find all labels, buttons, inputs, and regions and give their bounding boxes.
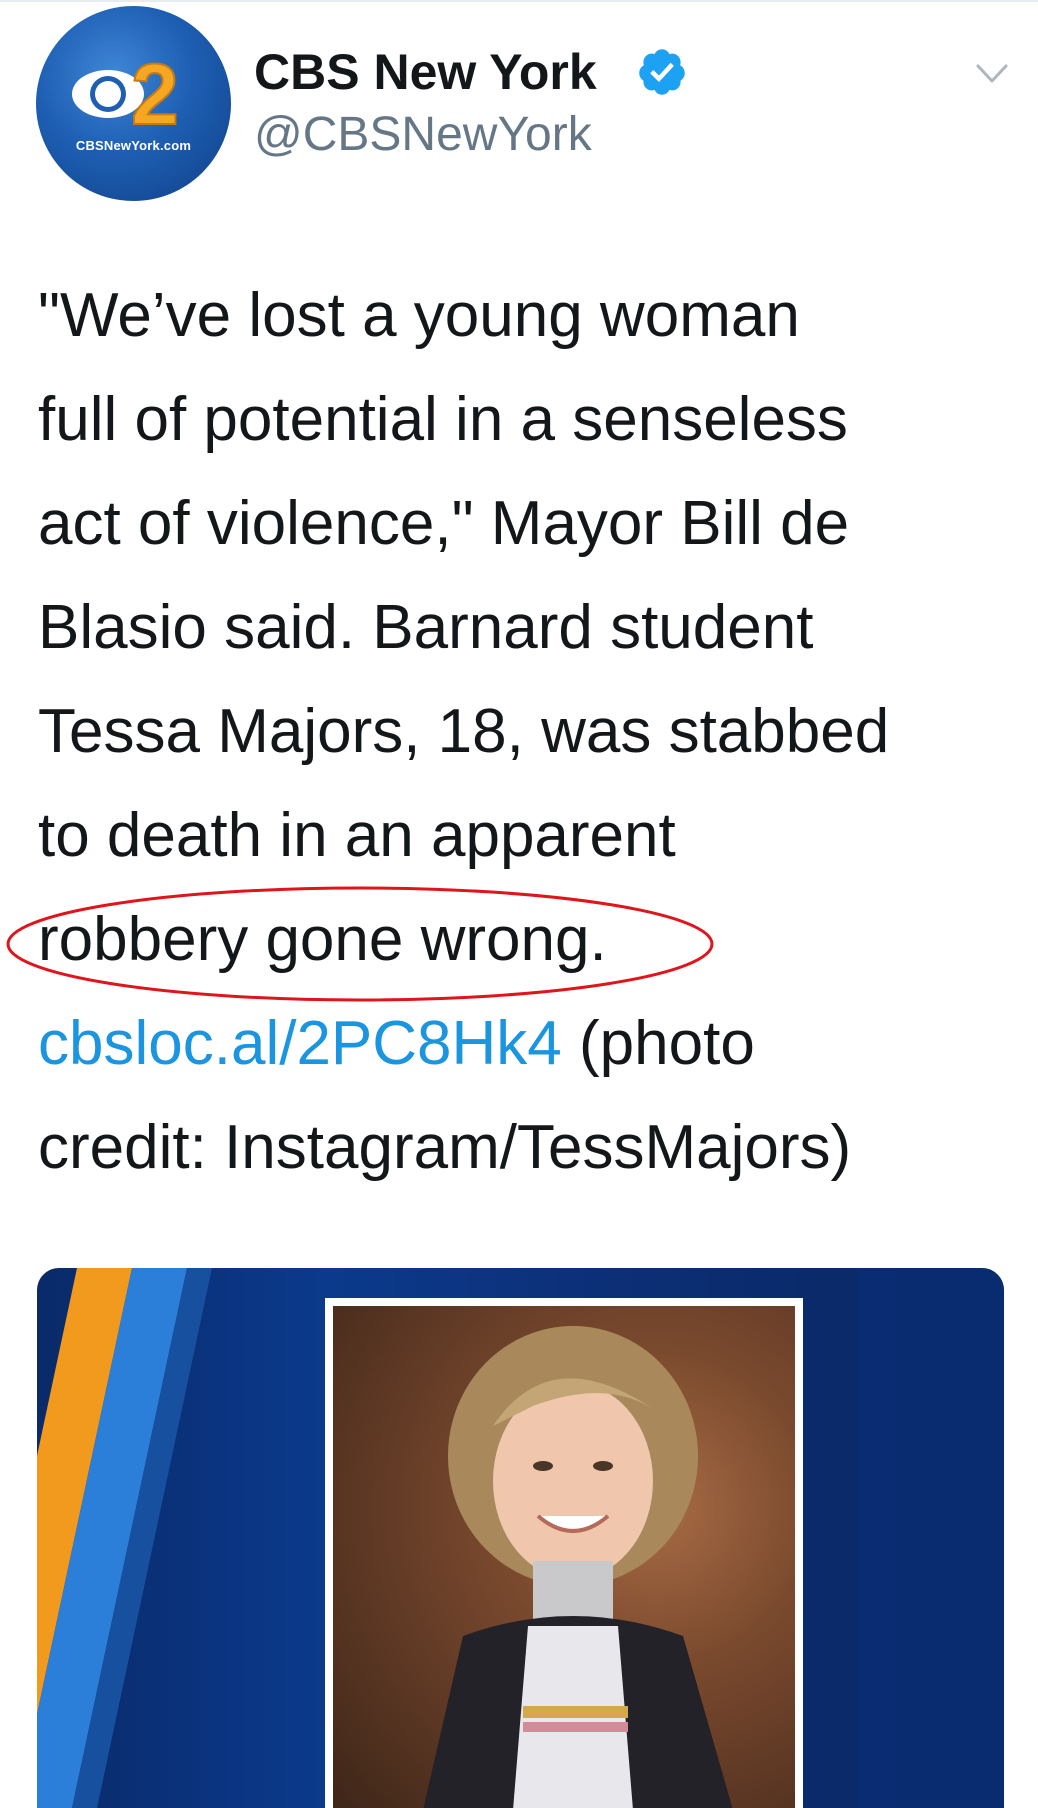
tweet-text-line: Blasio said. Barnard student bbox=[38, 593, 814, 662]
tweet-text-line: full of potential in a senseless bbox=[38, 385, 848, 454]
svg-text:2: 2 bbox=[131, 47, 179, 143]
tweet-text: "We’ve lost a young woman full of potent… bbox=[38, 264, 1018, 1200]
cbs-eye-logo-icon: 2 bbox=[72, 46, 180, 144]
tweet-text-line: credit: Instagram/TessMajors) bbox=[38, 1113, 852, 1182]
portrait-illustration bbox=[423, 1326, 733, 1808]
tweet-text-line: to death in an apparent bbox=[38, 801, 676, 870]
tweet-text-line: act of violence," Mayor Bill de bbox=[38, 489, 850, 558]
verified-badge-icon bbox=[639, 49, 685, 95]
avatar-caption: CBSNewYork.com bbox=[75, 138, 192, 153]
tweet-text-line: "We’ve lost a young woman bbox=[38, 281, 800, 350]
photo-frame bbox=[325, 1298, 803, 1808]
portrait-photo bbox=[333, 1306, 795, 1808]
avatar[interactable]: 2 CBSNewYork.com bbox=[36, 6, 231, 201]
author-display-name[interactable]: CBS New York bbox=[254, 42, 597, 102]
tweet-text-line: Tessa Majors, 18, was stabbed bbox=[38, 697, 890, 766]
top-divider bbox=[0, 0, 1038, 2]
chevron-down-icon[interactable] bbox=[975, 62, 1009, 86]
tweet-media-card[interactable] bbox=[37, 1268, 1004, 1808]
author-handle[interactable]: @CBSNewYork bbox=[254, 106, 592, 164]
red-circle-annotation bbox=[6, 886, 714, 1002]
